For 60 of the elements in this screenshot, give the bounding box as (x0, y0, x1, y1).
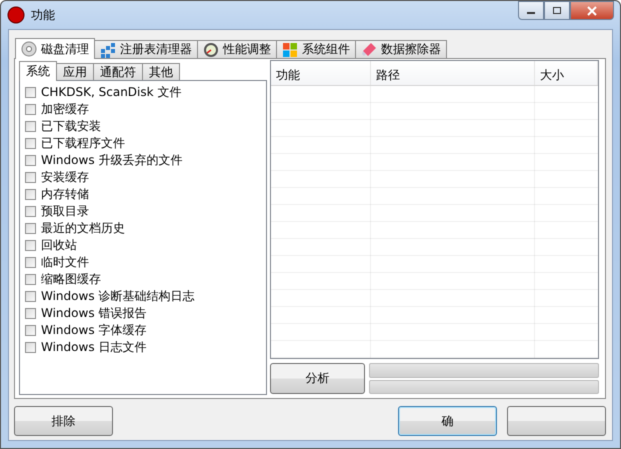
checkbox[interactable] (25, 155, 36, 166)
checkbox-label: 回收站 (41, 237, 77, 254)
blocks-icon (100, 42, 116, 58)
checkbox[interactable] (25, 104, 36, 115)
minimize-button[interactable] (518, 1, 544, 20)
checkbox-label: 加密缓存 (41, 101, 89, 118)
checkbox[interactable] (25, 223, 36, 234)
window-title: 功能 (31, 6, 55, 24)
checkbox-label: Windows 诊断基础结构日志 (41, 288, 194, 305)
sub-tab[interactable]: 应用 (56, 63, 94, 80)
sub-tab[interactable]: 通配符 (93, 63, 143, 80)
tab[interactable]: 注册表清理器 (94, 40, 198, 58)
checkbox[interactable] (25, 172, 36, 183)
windows-logo-icon (282, 42, 298, 58)
checkbox-label: 预取目录 (41, 203, 89, 220)
app-icon (7, 6, 25, 24)
checkbox-label: 最近的文档历史 (41, 220, 125, 237)
checkbox[interactable] (25, 87, 36, 98)
checkbox[interactable] (25, 274, 36, 285)
dialog-button[interactable] (507, 406, 606, 436)
tab[interactable]: 数据擦除器 (355, 40, 447, 58)
exclude-button[interactable]: 排除 (14, 406, 113, 436)
analyze-button[interactable]: 分析 (270, 363, 365, 394)
column-header[interactable]: 功能 (271, 61, 371, 85)
checkbox-label: Windows 日志文件 (41, 339, 146, 356)
sub-tab[interactable]: 系统 (19, 61, 57, 81)
maximize-icon (552, 6, 562, 15)
checkbox-label: CHKDSK, ScanDisk 文件 (41, 84, 182, 101)
maximize-button[interactable] (544, 1, 570, 20)
eraser-icon (361, 42, 377, 58)
gauge-icon (203, 42, 219, 58)
tab[interactable]: 磁盘清理 (15, 38, 95, 59)
checkbox-label: 已下载程序文件 (41, 135, 125, 152)
checkbox[interactable] (25, 308, 36, 319)
ok-button[interactable]: 确 (398, 406, 497, 436)
checkbox[interactable] (25, 291, 36, 302)
checkbox-label: 安装缓存 (41, 169, 89, 186)
checkbox[interactable] (25, 240, 36, 251)
checkbox-label: 缩略图缓存 (41, 271, 101, 288)
sub-tab[interactable]: 其他 (142, 63, 180, 80)
checkbox-label: Windows 字体缓存 (41, 322, 146, 339)
checkbox-label: 临时文件 (41, 254, 89, 271)
close-icon (586, 6, 598, 16)
checkbox[interactable] (25, 257, 36, 268)
checkbox[interactable] (25, 138, 36, 149)
tab[interactable]: 系统组件 (276, 40, 356, 58)
column-header[interactable]: 大小 (535, 61, 598, 85)
checkbox-label: Windows 升级丢弃的文件 (41, 152, 182, 169)
checkbox[interactable] (25, 189, 36, 200)
checkbox[interactable] (25, 342, 36, 353)
checkbox-label: 已下载安装 (41, 118, 101, 135)
disc-icon (21, 41, 37, 57)
column-header[interactable]: 路径 (371, 61, 535, 85)
checkbox[interactable] (25, 121, 36, 132)
checkbox[interactable] (25, 325, 36, 336)
checkbox[interactable] (25, 206, 36, 217)
close-button[interactable] (570, 1, 614, 20)
tab[interactable]: 性能调整 (197, 40, 277, 58)
checkbox-label: Windows 错误报告 (41, 305, 146, 322)
checkbox-label: 内存转储 (41, 186, 89, 203)
